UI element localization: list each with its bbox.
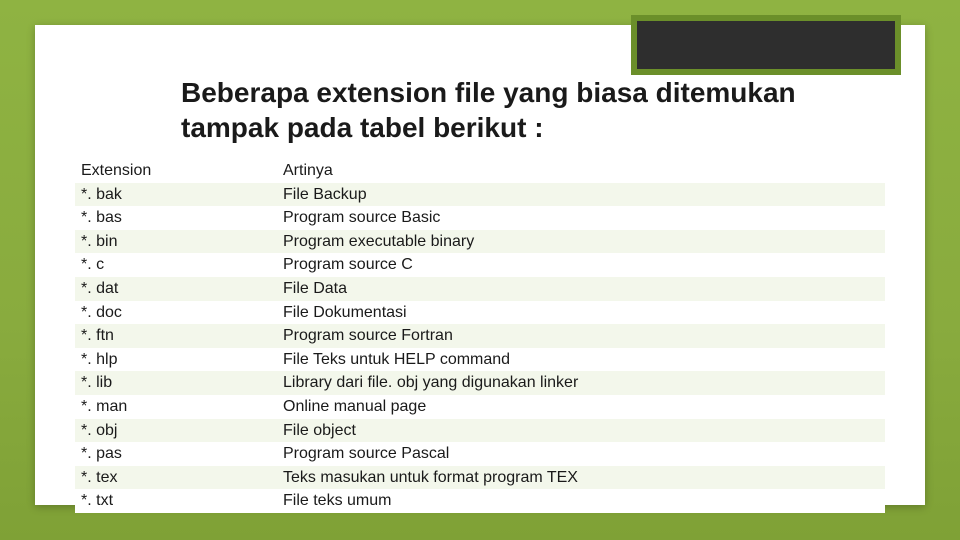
header-meaning: Artinya [277,159,885,183]
cell-meaning: File object [277,419,885,443]
table-row: *. txt File teks umum [75,489,885,513]
slide-title: Beberapa extension file yang biasa ditem… [181,75,821,145]
cell-meaning: Program executable binary [277,230,885,254]
cell-extension: *. bas [75,206,277,230]
cell-extension: *. dat [75,277,277,301]
cell-extension: *. lib [75,371,277,395]
table-row: *. hlp File Teks untuk HELP command [75,348,885,372]
cell-extension: *. c [75,253,277,277]
table-row: *. c Program source C [75,253,885,277]
table-row: *. ftn Program source Fortran [75,324,885,348]
table-row: *. bak File Backup [75,183,885,207]
table-row: *. doc File Dokumentasi [75,301,885,325]
cell-extension: *. obj [75,419,277,443]
slide-card: Beberapa extension file yang biasa ditem… [35,25,925,505]
table-row: *. lib Library dari file. obj yang digun… [75,371,885,395]
cell-meaning: Program source Fortran [277,324,885,348]
cell-meaning: File teks umum [277,489,885,513]
table-row: *. tex Teks masukan untuk format program… [75,466,885,490]
cell-meaning: Program source C [277,253,885,277]
cell-extension: *. hlp [75,348,277,372]
cell-extension: *. man [75,395,277,419]
slide-content: Beberapa extension file yang biasa ditem… [35,25,925,505]
cell-meaning: Program source Pascal [277,442,885,466]
cell-meaning: File Dokumentasi [277,301,885,325]
cell-meaning: Teks masukan untuk format program TEX [277,466,885,490]
cell-meaning: Library dari file. obj yang digunakan li… [277,371,885,395]
table-row: *. pas Program source Pascal [75,442,885,466]
cell-extension: *. tex [75,466,277,490]
extension-table-body: Extension Artinya *. bak File Backup *. … [75,159,885,513]
header-extension: Extension [75,159,277,183]
cell-meaning: File Backup [277,183,885,207]
cell-extension: *. doc [75,301,277,325]
cell-extension: *. txt [75,489,277,513]
table-row: *. obj File object [75,419,885,443]
cell-extension: *. ftn [75,324,277,348]
table-row: *. bin Program executable binary [75,230,885,254]
cell-meaning: File Data [277,277,885,301]
cell-meaning: File Teks untuk HELP command [277,348,885,372]
cell-meaning: Online manual page [277,395,885,419]
cell-meaning: Program source Basic [277,206,885,230]
slide-stage: Beberapa extension file yang biasa ditem… [0,0,960,540]
table-header-row: Extension Artinya [75,159,885,183]
table-row: *. man Online manual page [75,395,885,419]
cell-extension: *. bak [75,183,277,207]
cell-extension: *. bin [75,230,277,254]
table-row: *. bas Program source Basic [75,206,885,230]
extension-table: Extension Artinya *. bak File Backup *. … [75,159,885,513]
cell-extension: *. pas [75,442,277,466]
table-row: *. dat File Data [75,277,885,301]
